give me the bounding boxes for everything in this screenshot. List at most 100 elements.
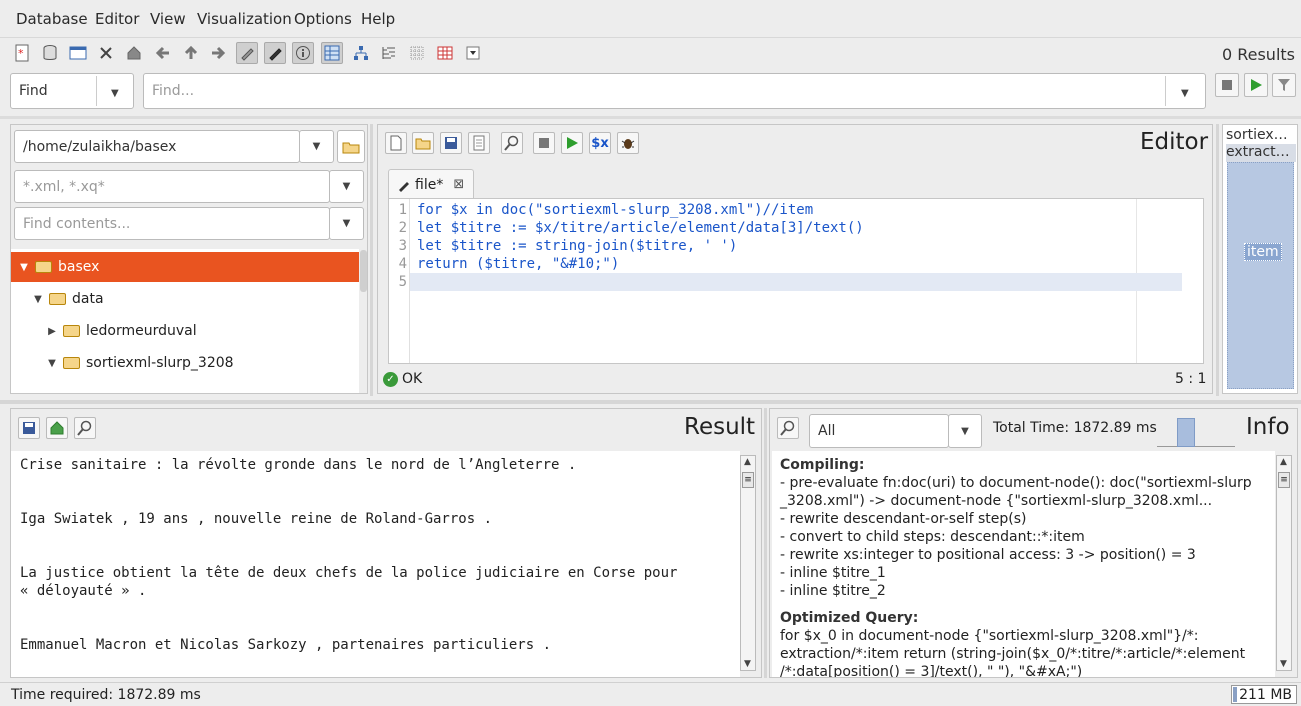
browse-folder-button[interactable]	[337, 130, 365, 163]
cursor-position: 5 : 1	[1175, 371, 1207, 387]
chevron-down-icon[interactable]: ▼	[111, 88, 119, 99]
up-icon[interactable]	[180, 42, 202, 64]
tree-item-basex[interactable]: ▼ basex	[11, 252, 359, 282]
map-node-root[interactable]: sortiex…	[1226, 127, 1296, 143]
text-view-icon[interactable]	[264, 42, 286, 64]
path-dropdown-button[interactable]: ▼	[299, 130, 334, 163]
open-file-icon[interactable]	[412, 132, 434, 154]
info-filter-dropdown[interactable]: ▼	[948, 414, 982, 448]
scroll-thumb[interactable]: ≡	[742, 472, 754, 488]
tree-item-data[interactable]: ▼ data	[11, 284, 356, 314]
time-required: Time required: 1872.89 ms	[11, 687, 201, 703]
chevron-right-icon[interactable]: ▶	[45, 326, 59, 337]
text-file-icon[interactable]	[468, 132, 490, 154]
menu-editor[interactable]: Editor	[95, 10, 139, 28]
search-placeholder: Find...	[152, 83, 195, 99]
info-line: /*:data[position() = 3]/text(), " "), "&…	[780, 664, 1083, 677]
search-input[interactable]: Find...	[143, 73, 1206, 109]
info-line: extraction/*:item return (string-join($x…	[780, 646, 1246, 662]
contents-dropdown-button[interactable]: ▼	[329, 207, 364, 240]
more-views-icon[interactable]	[462, 42, 484, 64]
menu-visualization[interactable]: Visualization	[197, 10, 292, 28]
map-node-extraction[interactable]: extract…	[1226, 144, 1296, 162]
tree-item-ledormeurduval[interactable]: ▶ ledormeurduval	[11, 316, 356, 346]
search-icon[interactable]	[501, 132, 523, 154]
tree-view-icon[interactable]	[350, 42, 372, 64]
debug-icon[interactable]	[617, 132, 639, 154]
forward-icon[interactable]	[207, 42, 229, 64]
close-icon[interactable]: ⊠	[453, 177, 464, 192]
folder-open-icon	[342, 142, 360, 153]
tab-label: file*	[415, 176, 444, 193]
editor-status: OK	[402, 371, 423, 387]
back-icon[interactable]	[152, 42, 174, 64]
splitter[interactable]	[0, 400, 1301, 404]
chevron-down-icon: ▼	[342, 218, 351, 229]
menu-options[interactable]: Options	[294, 10, 352, 28]
info-text-area[interactable]: Compiling: - pre-evaluate fn:doc(uri) to…	[772, 451, 1275, 677]
map-view-icon[interactable]	[321, 42, 343, 64]
filter-dropdown-button[interactable]: ▼	[329, 170, 364, 203]
search-icon[interactable]	[777, 417, 799, 439]
path-field[interactable]: /home/zulaikha/basex	[14, 130, 300, 163]
tab-file[interactable]: file* ⊠	[388, 169, 474, 199]
svg-text:*: *	[18, 47, 24, 60]
tree-item-sortiexml[interactable]: ▼ sortiexml-slurp_3208	[11, 348, 356, 378]
memory-indicator[interactable]: 211 MB	[1231, 685, 1297, 704]
stop-icon[interactable]	[533, 132, 555, 154]
scroll-up-icon[interactable]: ▲	[744, 457, 751, 467]
scroll-thumb[interactable]: ≡	[1278, 472, 1290, 488]
scroll-down-icon[interactable]: ▼	[1280, 659, 1287, 669]
result-line: Iga Swiatek , 19 ans , nouvelle reine de…	[20, 511, 493, 527]
current-line-highlight	[410, 273, 1182, 291]
find-contents-placeholder: Find contents...	[23, 215, 131, 232]
chevron-down-icon[interactable]: ▼	[45, 358, 59, 369]
menu-help[interactable]: Help	[361, 10, 395, 28]
scroll-down-icon[interactable]: ▼	[744, 659, 751, 669]
new-database-icon[interactable]: *	[11, 42, 33, 64]
home-icon[interactable]	[46, 417, 68, 439]
info-filter-value: All	[818, 423, 836, 439]
stop-icon[interactable]	[1215, 73, 1239, 97]
splitter[interactable]	[1216, 124, 1219, 396]
menu-view[interactable]: View	[150, 10, 186, 28]
scroll-up-icon[interactable]: ▲	[1280, 457, 1287, 467]
chevron-down-icon: ▼	[312, 141, 321, 152]
results-count: 0 Results	[1221, 45, 1295, 64]
plot-view-icon[interactable]	[406, 42, 428, 64]
map-node-items[interactable]	[1227, 162, 1294, 389]
splitter[interactable]	[0, 116, 1301, 119]
save-icon[interactable]	[18, 417, 40, 439]
menu-database[interactable]: Database	[16, 10, 88, 28]
info-view-icon[interactable]	[292, 42, 314, 64]
chevron-down-icon[interactable]: ▼	[1181, 88, 1189, 99]
edit-icon[interactable]	[236, 42, 258, 64]
filter-icon[interactable]	[1272, 73, 1296, 97]
run-icon[interactable]	[561, 132, 583, 154]
info-filter-select[interactable]: All	[809, 414, 949, 448]
save-icon[interactable]	[440, 132, 462, 154]
splitter[interactable]	[370, 124, 373, 396]
new-file-icon[interactable]	[385, 132, 407, 154]
tree-scrollbar[interactable]	[360, 250, 367, 292]
find-contents-input[interactable]: Find contents...	[14, 207, 330, 240]
table-view-icon[interactable]	[434, 42, 456, 64]
search-icon[interactable]	[74, 417, 96, 439]
file-filter-placeholder: *.xml, *.xq*	[23, 178, 105, 195]
database-properties-icon[interactable]	[67, 42, 89, 64]
line-number: 2	[398, 220, 407, 236]
folder-view-icon[interactable]	[378, 42, 400, 64]
map-node-item-label: item	[1244, 243, 1282, 261]
chevron-down-icon[interactable]: ▼	[31, 294, 45, 305]
home-icon[interactable]	[123, 42, 145, 64]
divider	[96, 76, 97, 106]
chevron-down-icon[interactable]: ▼	[17, 262, 31, 273]
splitter[interactable]	[764, 408, 767, 678]
timing-chart-baseline	[1157, 446, 1235, 447]
file-filter-input[interactable]: *.xml, *.xq*	[14, 170, 330, 203]
timing-bar	[1177, 418, 1195, 447]
variables-icon[interactable]: $x	[589, 132, 611, 154]
run-icon[interactable]	[1244, 73, 1268, 97]
close-database-icon[interactable]	[95, 42, 117, 64]
open-database-icon[interactable]	[39, 42, 61, 64]
